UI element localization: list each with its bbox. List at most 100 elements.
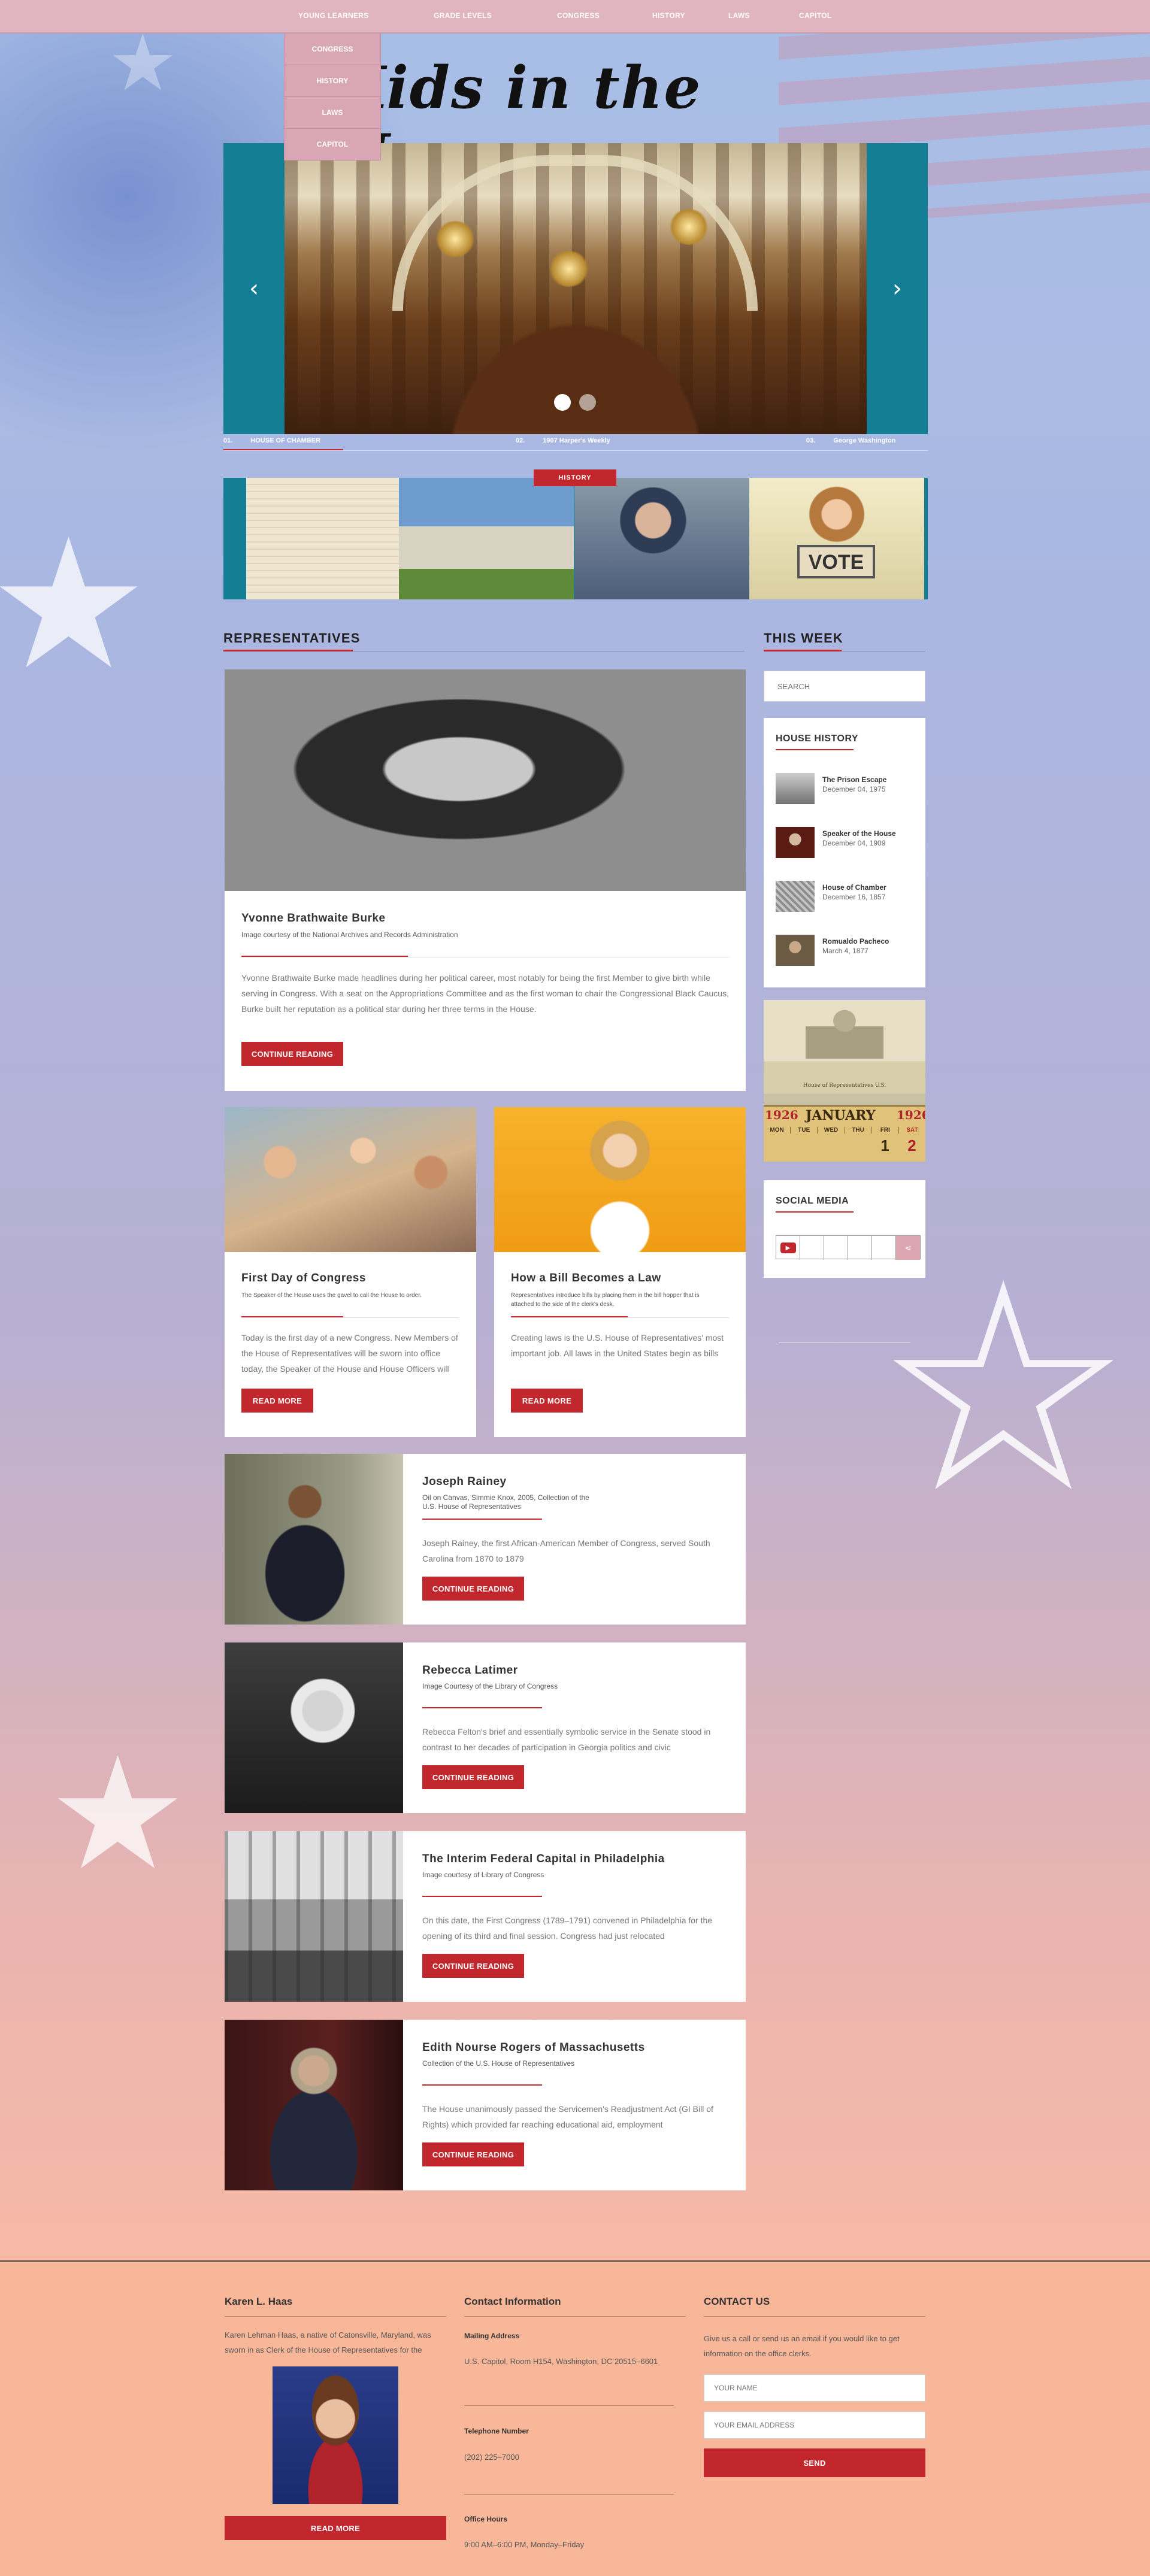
article-card-first-day: First Day of Congress The Speaker of the… — [225, 1107, 476, 1437]
slider-caption[interactable]: 01. HOUSE OF CHAMBER — [223, 437, 320, 444]
calendar-month: JANUARY — [806, 1108, 876, 1123]
history-item-title[interactable]: Speaker of the House — [822, 829, 896, 838]
share-icon[interactable]: ⋖ — [896, 1236, 920, 1260]
article-title[interactable]: First Day of Congress — [241, 1272, 366, 1285]
slider-next-panel[interactable]: › — [867, 143, 928, 434]
history-thumb-vote-kid[interactable]: VOTE — [749, 478, 924, 599]
history-list-item[interactable]: The Prison Escape December 04, 1975 — [776, 773, 913, 807]
active-caption-line — [223, 449, 343, 450]
read-more-button[interactable]: READ MORE — [511, 1389, 583, 1413]
read-more-button[interactable]: READ MORE — [225, 2516, 446, 2540]
continue-reading-button[interactable]: CONTINUE READING — [422, 1577, 524, 1601]
nav-item-congress[interactable]: CONGRESS — [557, 11, 600, 20]
featured-article-card: Yvonne Brathwaite Burke Image courtesy o… — [225, 669, 746, 1091]
footer-divider — [225, 2316, 446, 2317]
dropdown-item-capitol[interactable]: CAPITOL — [284, 129, 381, 160]
article-divider — [241, 1317, 459, 1318]
article-title[interactable]: Rebecca Latimer — [422, 1664, 518, 1677]
calendar-dates: 1 2 — [764, 1137, 925, 1155]
history-item-title[interactable]: Romualdo Pacheco — [822, 937, 889, 945]
dropdown-item-laws[interactable]: LAWS — [284, 97, 381, 129]
article-title[interactable]: The Interim Federal Capital in Philadelp… — [422, 1853, 665, 1866]
footer-bio-text: Karen Lehman Haas, a native of Catonsvil… — [225, 2330, 431, 2354]
star-decoration-icon: ★ — [0, 500, 149, 709]
article-excerpt: Today is the first day of a new Congress… — [241, 1333, 458, 1374]
continue-reading-button[interactable]: CONTINUE READING — [422, 2142, 524, 2166]
history-list-item[interactable]: Romualdo Pacheco March 4, 1877 — [776, 935, 913, 968]
article-excerpt: Rebecca Felton's brief and essentially s… — [422, 1727, 711, 1752]
article-title[interactable]: Edith Nourse Rogers of Massachusetts — [422, 2041, 645, 2054]
slider-pagination — [0, 394, 1150, 411]
contact-us-text: Give us a call or send us an email if yo… — [704, 2334, 900, 2358]
article-card-edith-rogers: Edith Nourse Rogers of Massachusetts Col… — [225, 2020, 746, 2190]
article-title[interactable]: Joseph Rainey — [422, 1475, 507, 1489]
nav-item-grade-levels[interactable]: GRADE LEVELS — [434, 11, 492, 20]
mailing-address-label: Mailing Address — [464, 2332, 520, 2340]
calendar-year-left: 1926 — [765, 1108, 798, 1122]
calendar-date — [845, 1137, 871, 1155]
search-input[interactable] — [764, 671, 925, 701]
star-decoration-icon: ★ — [48, 1724, 188, 1905]
youtube-icon[interactable]: ▶ — [776, 1236, 800, 1260]
slider-dot[interactable] — [579, 394, 596, 411]
office-hours-label: Office Hours — [464, 2515, 508, 2523]
nav-item-capitol[interactable]: CAPITOL — [799, 11, 832, 20]
footer-heading-contact-information: Contact Information — [464, 2296, 561, 2307]
name-input[interactable] — [704, 2375, 925, 2401]
search-field[interactable] — [764, 671, 925, 702]
history-item-title[interactable]: House of Chamber — [822, 883, 886, 892]
history-item-title[interactable]: The Prison Escape — [822, 775, 886, 784]
article-card-bill-law: How a Bill Becomes a Law Representatives… — [494, 1107, 746, 1437]
social-icon[interactable] — [800, 1236, 824, 1260]
continue-reading-button[interactable]: CONTINUE READING — [241, 1042, 343, 1066]
footer-heading-karen-haas: Karen L. Haas — [225, 2296, 293, 2307]
footer-divider — [704, 2316, 925, 2317]
dropdown-item-history[interactable]: HISTORY — [284, 65, 381, 97]
history-thumb-woman[interactable] — [574, 478, 749, 599]
telephone-value: (202) 225–7000 — [464, 2453, 519, 2462]
article-title[interactable]: How a Bill Becomes a Law — [511, 1272, 661, 1285]
history-label[interactable]: HISTORY — [534, 469, 616, 486]
history-item-thumbnail — [776, 881, 815, 912]
email-input[interactable] — [704, 2412, 925, 2438]
article-image-latimer-portrait — [225, 1642, 403, 1813]
slider-caption[interactable]: 03. George Washington — [806, 437, 895, 444]
article-card-rebecca-latimer: Rebecca Latimer Image Courtesy of the Li… — [225, 1642, 746, 1813]
slider-caption[interactable]: 02. 1907 Harper's Weekly — [516, 437, 610, 444]
star-outline-decoration-icon: ☆ — [874, 1222, 1133, 1556]
read-more-button[interactable]: READ MORE — [241, 1389, 313, 1413]
star-decoration-icon: ★ — [108, 17, 178, 108]
nav-item-laws[interactable]: LAWS — [728, 11, 750, 20]
article-title[interactable]: Yvonne Brathwaite Burke — [241, 912, 386, 925]
continue-reading-button[interactable]: CONTINUE READING — [422, 1765, 524, 1789]
dropdown-item-congress[interactable]: CONGRESS — [284, 34, 381, 65]
nav-item-young-learners[interactable]: YOUNG LEARNERS — [298, 11, 369, 20]
article-subtitle: Image Courtesy of the Library of Congres… — [422, 1682, 558, 1690]
history-list-item[interactable]: House of Chamber December 16, 1857 — [776, 881, 913, 914]
history-list-item[interactable]: Speaker of the House December 04, 1909 — [776, 827, 913, 860]
footer-divider — [464, 2316, 686, 2317]
history-item-date: December 04, 1909 — [822, 839, 886, 847]
social-icon[interactable] — [872, 1236, 896, 1260]
history-item-thumbnail — [776, 773, 815, 804]
chevron-left-icon[interactable]: ‹ — [223, 275, 285, 302]
calendar-weekday: SAT — [906, 1127, 918, 1134]
chevron-right-icon[interactable]: › — [867, 275, 928, 302]
email-field[interactable] — [704, 2411, 925, 2439]
social-icons-row: ▶ ⋖ — [776, 1235, 921, 1260]
article-subtitle: Image courtesy of the National Archives … — [241, 931, 458, 939]
social-icon[interactable] — [848, 1236, 872, 1260]
widget-title-underline — [776, 749, 854, 750]
history-item-thumbnail — [776, 935, 815, 966]
calendar-date — [764, 1137, 791, 1155]
send-button[interactable]: SEND — [704, 2448, 925, 2477]
calendar-caption: House of Representatives U.S. — [803, 1083, 886, 1089]
history-thumb-document[interactable] — [246, 478, 421, 599]
history-thumb-capitol[interactable] — [399, 478, 574, 599]
social-icon[interactable] — [824, 1236, 848, 1260]
continue-reading-button[interactable]: CONTINUE READING — [422, 1954, 524, 1978]
slider-dot[interactable] — [554, 394, 571, 411]
slider-prev-panel[interactable]: ‹ — [223, 143, 285, 434]
name-field[interactable] — [704, 2374, 925, 2402]
nav-item-history[interactable]: HISTORY — [652, 11, 685, 20]
